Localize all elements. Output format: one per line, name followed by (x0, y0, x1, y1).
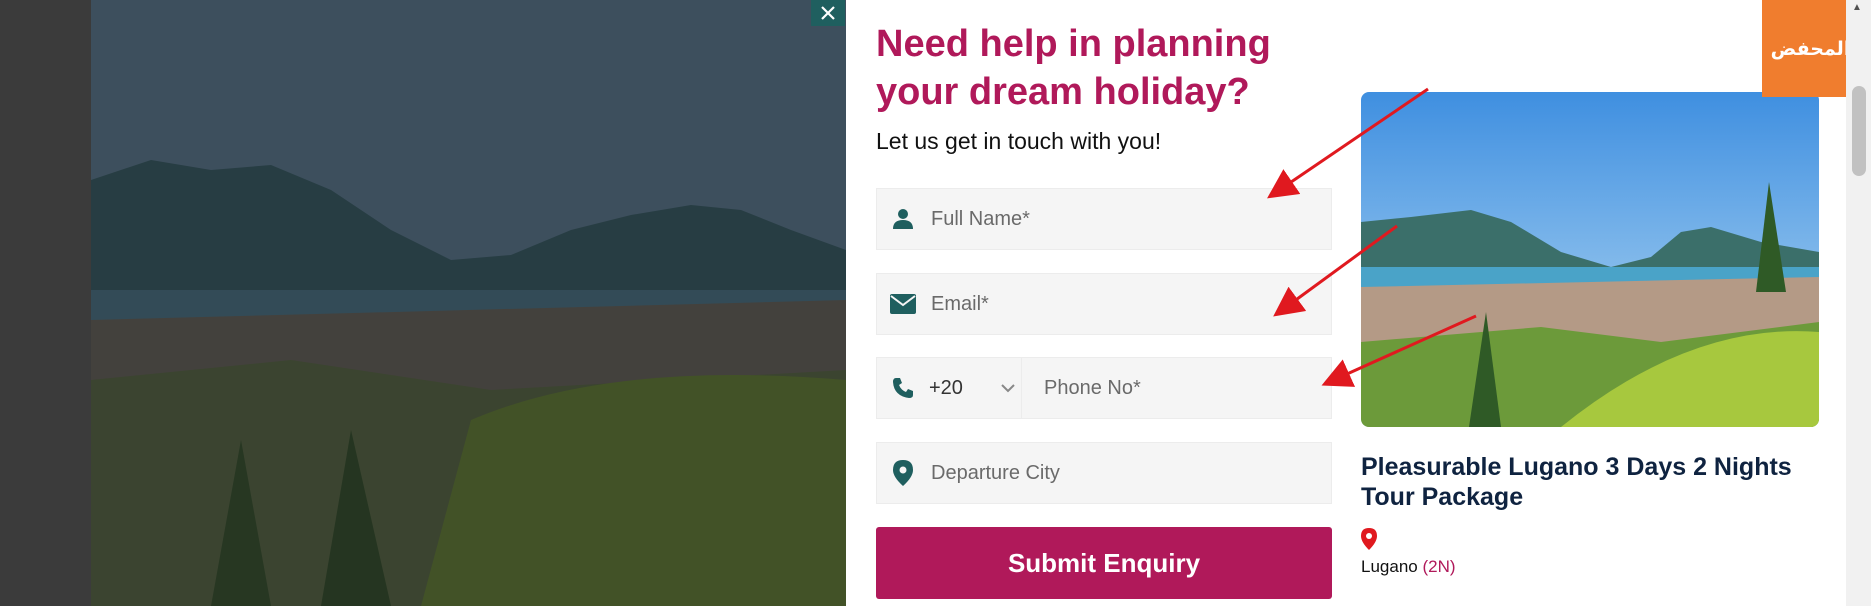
envelope-icon (877, 294, 929, 314)
departure-city-field[interactable] (876, 442, 1332, 504)
phone-number-input[interactable] (1042, 357, 1331, 419)
package-nights: (2N) (1422, 557, 1456, 576)
phone-icon (877, 377, 929, 399)
departure-city-input[interactable] (929, 442, 1331, 504)
full-name-input[interactable] (929, 188, 1331, 250)
email-input[interactable] (929, 273, 1331, 335)
email-field[interactable] (876, 273, 1332, 335)
chevron-down-icon (995, 383, 1021, 393)
phone-number-box (1022, 357, 1332, 419)
package-location: Lugano (2N) (1361, 557, 1456, 577)
page-left-margin (0, 0, 91, 606)
scroll-up-arrow-icon[interactable]: ▲ (1852, 2, 1862, 13)
logo-text: المحفض (1770, 37, 1851, 60)
full-name-field[interactable] (876, 188, 1332, 250)
phone-field: +20 (876, 357, 1332, 419)
package-location-name: Lugano (1361, 557, 1418, 576)
package-title[interactable]: Pleasurable Lugano 3 Days 2 Nights Tour … (1361, 452, 1831, 512)
map-pin-icon (877, 460, 929, 486)
background-landscape-image (91, 0, 846, 606)
modal-title: Need help in planning your dream holiday… (876, 23, 1271, 113)
user-icon (877, 208, 929, 230)
enquiry-modal: Need help in planning your dream holiday… (846, 0, 1871, 606)
site-logo[interactable]: المحفض (1762, 0, 1859, 97)
submit-enquiry-button[interactable]: Submit Enquiry (876, 527, 1332, 599)
close-icon (821, 6, 835, 20)
scrollbar-thumb[interactable] (1852, 86, 1866, 176)
package-image (1361, 92, 1819, 427)
country-code-select[interactable]: +20 (876, 357, 1022, 419)
background-overlay (91, 0, 846, 606)
close-button[interactable] (811, 0, 845, 26)
country-code-value: +20 (929, 376, 963, 399)
location-pin-icon (1361, 528, 1377, 555)
modal-subtitle: Let us get in touch with you! (876, 128, 1162, 154)
page-scrollbar[interactable]: ▲ (1846, 0, 1871, 606)
